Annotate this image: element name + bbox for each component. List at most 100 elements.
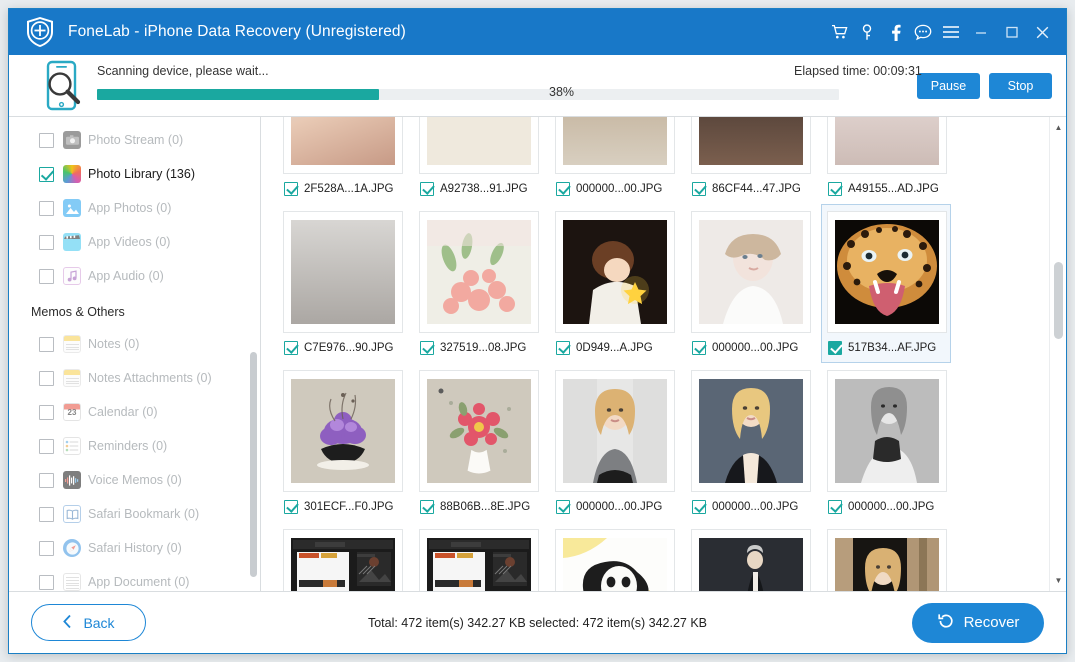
thumbnail-cell[interactable]: 327519...08.JPG [413,204,543,363]
thumbnail-checkbox[interactable] [284,341,298,355]
sidebar-item-safari-bookmark-0[interactable]: Safari Bookmark (0) [9,497,260,531]
thumbnail-image[interactable] [827,117,947,174]
thumbnail-cell[interactable]: A92738...91.JPG [413,117,543,204]
thumbnail-checkbox[interactable] [828,500,842,514]
sidebar-item-checkbox[interactable] [39,438,54,454]
sidebar-item-voice-memos-0[interactable]: Voice Memos (0) [9,463,260,497]
sidebar-item-checkbox[interactable] [39,506,54,522]
thumbnail-cell[interactable]: 000000...00.JPG [821,363,951,522]
thumbnail-cell[interactable]: 88B06B...8E.JPG [413,363,543,522]
thumbnail-cell[interactable]: A49155...AD.JPG [821,117,951,204]
sidebar-item-checkbox[interactable] [39,234,54,250]
menu-icon[interactable] [937,17,965,47]
sidebar-item-reminders-0[interactable]: Reminders (0) [9,429,260,463]
chat-icon[interactable] [909,17,937,47]
thumbnail-image[interactable] [283,211,403,333]
sidebar-item-checkbox[interactable] [39,336,54,352]
thumbnail-checkbox[interactable] [420,500,434,514]
pause-button[interactable]: Pause [917,72,980,99]
thumbnail-cell[interactable]: 000000...00.JPG [277,522,407,591]
thumbnail-cell[interactable]: 000000...00.JPG [413,522,543,591]
thumbnail-checkbox[interactable] [692,500,706,514]
key-icon[interactable] [853,17,881,47]
thumbnail-cell[interactable] [685,522,815,591]
thumbnail-checkbox[interactable] [692,341,706,355]
grid-scrollbar[interactable]: ▲ ▼ [1049,117,1066,591]
thumbnail-cell[interactable]: 517B34...AF.JPG [821,204,951,363]
scan-progress-percent: 38% [549,84,575,99]
sidebar-item-notes-0[interactable]: Notes (0) [9,327,260,361]
thumbnail-image[interactable] [555,211,675,333]
thumbnail-image[interactable] [691,211,811,333]
stop-button[interactable]: Stop [989,72,1052,99]
thumbnail-cell[interactable]: 想违规定 要打入冷宫容器安不了了2759D4...CE.JPG [549,522,679,591]
thumbnail-cell[interactable] [821,522,951,591]
thumbnail-cell[interactable]: C7E976...90.JPG [277,204,407,363]
thumbnail-image[interactable] [419,370,539,492]
thumbnail-checkbox[interactable] [828,341,842,355]
sidebar-item-notes-attachments-0[interactable]: Notes Attachments (0) [9,361,260,395]
thumbnail-checkbox[interactable] [284,500,298,514]
sidebar-item-checkbox[interactable] [39,132,54,148]
close-icon[interactable] [1027,17,1058,47]
thumbnail-cell[interactable]: 86CF44...47.JPG [685,117,815,204]
thumbnail-image[interactable] [691,529,811,591]
thumbnail-cell[interactable]: 0D949...A.JPG [549,204,679,363]
thumbnail-cell[interactable]: 000000...00.JPG [549,363,679,522]
thumbnail-image[interactable] [419,529,539,591]
sidebar-scrollbar-thumb[interactable] [250,352,257,577]
back-button[interactable]: Back [31,604,146,641]
sidebar-item-checkbox[interactable] [39,472,54,488]
sidebar-item-photo-stream-0[interactable]: Photo Stream (0) [9,123,260,157]
sidebar-item-app-audio-0[interactable]: App Audio (0) [9,259,260,293]
thumbnail-image[interactable] [419,211,539,333]
thumbnail-checkbox[interactable] [420,341,434,355]
sidebar-item-app-photos-0[interactable]: App Photos (0) [9,191,260,225]
facebook-icon[interactable] [881,17,909,47]
sidebar-item-checkbox[interactable] [39,268,54,284]
sidebar-item-checkbox[interactable] [39,370,54,386]
thumbnail-image[interactable] [555,370,675,492]
sidebar-item-photo-library-136[interactable]: Photo Library (136) [9,157,260,191]
sidebar-item-checkbox[interactable] [39,200,54,216]
thumbnail-image[interactable] [283,529,403,591]
cart-icon[interactable] [825,17,853,47]
sidebar-item-app-videos-0[interactable]: App Videos (0) [9,225,260,259]
thumbnail-art [563,220,667,324]
thumbnail-cell[interactable]: 000000...00.JPG [685,204,815,363]
thumbnail-cell[interactable]: 000000...00.JPG [685,363,815,522]
thumbnail-image[interactable] [827,529,947,591]
sidebar-item-safari-history-0[interactable]: Safari History (0) [9,531,260,565]
thumbnail-cell[interactable]: 2F528A...1A.JPG [277,117,407,204]
thumbnail-checkbox[interactable] [556,182,570,196]
thumbnail-image[interactable] [555,117,675,174]
sidebar-item-checkbox[interactable] [39,404,54,420]
recover-button[interactable]: Recover [912,602,1044,643]
thumbnail-checkbox[interactable] [420,182,434,196]
minimize-icon[interactable] [965,17,996,47]
maximize-icon[interactable] [996,17,1027,47]
thumbnail-checkbox[interactable] [284,182,298,196]
sidebar-item-calendar-0[interactable]: 23 Calendar (0) [9,395,260,429]
thumbnail-cell[interactable]: 301ECF...F0.JPG [277,363,407,522]
sidebar-item-checkbox[interactable] [39,574,54,590]
thumbnail-cell[interactable]: 000000...00.JPG [549,117,679,204]
thumbnail-checkbox[interactable] [828,182,842,196]
thumbnail-image[interactable] [283,117,403,174]
thumbnail-image[interactable] [827,211,947,333]
thumbnail-checkbox[interactable] [556,500,570,514]
sidebar-item-checkbox[interactable] [39,540,54,556]
grid-scrollbar-thumb[interactable] [1054,262,1063,339]
thumbnail-image[interactable] [691,117,811,174]
thumbnail-image[interactable] [283,370,403,492]
thumbnail-checkbox[interactable] [556,341,570,355]
sidebar-item-checkbox[interactable] [39,166,54,182]
thumbnail-image[interactable] [419,117,539,174]
thumbnail-image[interactable] [827,370,947,492]
thumbnail-image[interactable]: 想违规定 要打入冷宫容器安不了了 [555,529,675,591]
thumbnail-image[interactable] [691,370,811,492]
sidebar-item-app-document-0[interactable]: App Document (0) [9,565,260,591]
thumbnail-checkbox[interactable] [692,182,706,196]
scroll-down-arrow[interactable]: ▼ [1050,572,1066,589]
scroll-up-arrow[interactable]: ▲ [1050,119,1066,136]
